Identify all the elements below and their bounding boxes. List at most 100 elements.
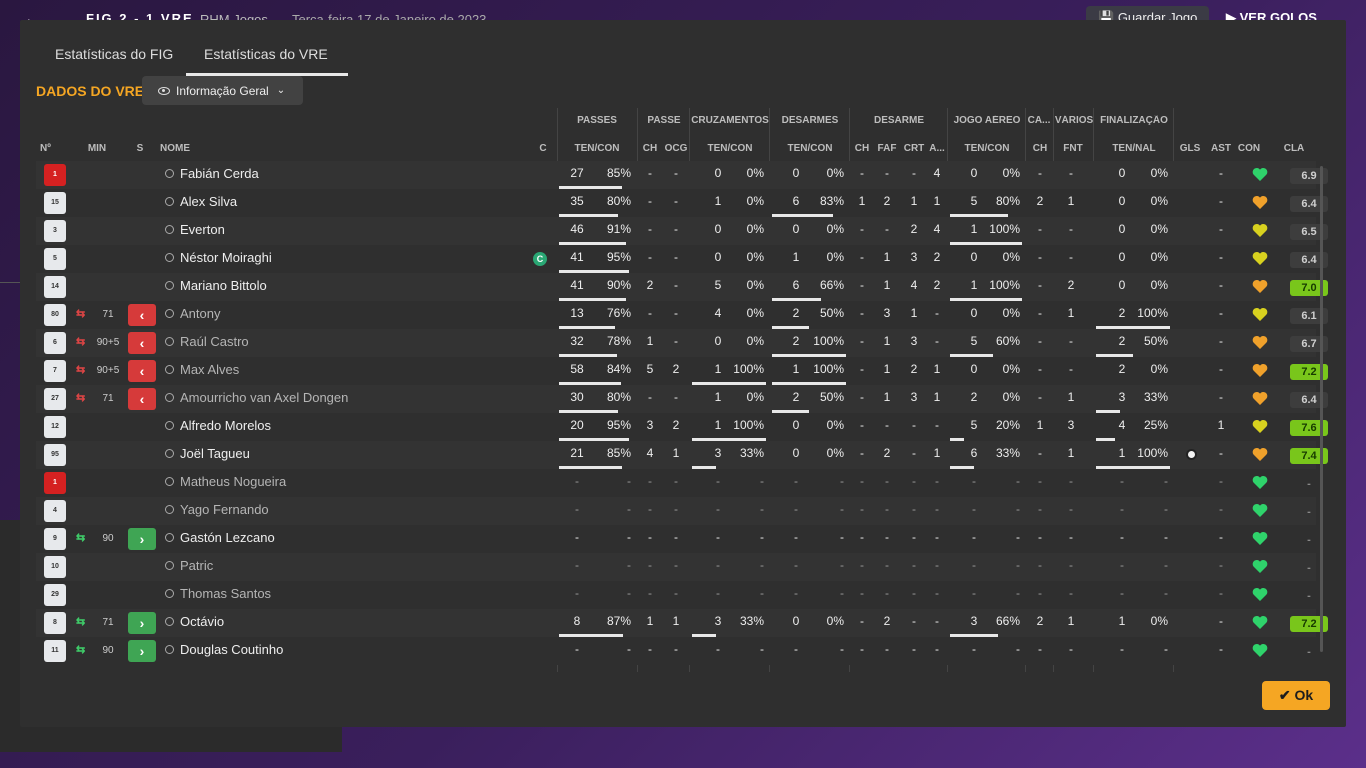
- col-header-s[interactable]: S: [132, 143, 148, 154]
- table-row[interactable]: 27 ⇆ 71 ‹ Amourricho van Axel Dongen 30 80% - -1…: [36, 385, 1328, 413]
- table-row[interactable]: 1 Fabián Cerda 27 85% - -0 0% 0 0% - - -4 0 0% - -0 0% -6…: [36, 161, 1328, 189]
- table-row[interactable]: 29 Thomas Santos - - - - - - - - - - - - - - - - - - - -: [36, 581, 1316, 609]
- stat-pocg: -: [674, 642, 678, 656]
- subbed-off-icon[interactable]: ‹: [128, 332, 156, 354]
- table-row[interactable]: 1 Matheus Nogueira - - - - - - - - - - - - - - - - - - - -: [36, 469, 1316, 497]
- col-header-aereo[interactable]: TEN/CON: [948, 143, 1026, 154]
- col-header-cla[interactable]: CLA: [1274, 143, 1314, 154]
- table-row[interactable]: 95 Joël Tagueu 21 85% 4 1 3 33% 0 0% -2-1 6 33% -1 1 10…: [36, 441, 1328, 469]
- sub-minute: 71: [102, 393, 114, 404]
- sub-minute: 90: [102, 533, 114, 544]
- stat-cr-percent: 0%: [746, 250, 764, 264]
- view-select-label: Informação Geral: [176, 83, 269, 98]
- stat-ast: -: [1219, 334, 1223, 348]
- table-bottom-fade: [20, 672, 1346, 682]
- player-name[interactable]: Amourricho van Axel Dongen: [180, 385, 540, 413]
- col-header-desarme_crt[interactable]: CRT: [902, 143, 926, 154]
- col-header-ca_ch[interactable]: CH: [1030, 143, 1050, 154]
- stat-pch: -: [648, 194, 652, 208]
- stat-dch: -: [860, 390, 864, 404]
- stat-pch: -: [648, 166, 652, 180]
- stat-cr-percent: 0%: [746, 194, 764, 208]
- stat-crt: 1: [910, 306, 918, 320]
- table-scrollbar[interactable]: [1320, 166, 1323, 652]
- col-header-ast[interactable]: AST: [1210, 143, 1232, 154]
- player-name[interactable]: Patric: [180, 553, 540, 581]
- table-row[interactable]: 7 ⇆ 90+5 ‹ Max Alves 58 84% 5 2 1 100% 1 100% -1 2 1 0 0%…: [36, 357, 1328, 385]
- subbed-on-icon[interactable]: ›: [128, 640, 156, 662]
- subbed-on-icon[interactable]: ›: [128, 528, 156, 550]
- ok-button[interactable]: ✔ Ok: [1262, 681, 1330, 710]
- player-name[interactable]: Antony: [180, 301, 540, 329]
- player-name[interactable]: Fabián Cerda: [180, 161, 540, 189]
- player-name[interactable]: Everton: [180, 217, 540, 245]
- player-name[interactable]: Douglas Coutinho: [180, 637, 540, 665]
- col-header-desarme_a[interactable]: A...: [928, 143, 946, 154]
- stat-pch: -: [648, 306, 652, 320]
- subbed-off-icon[interactable]: ‹: [128, 304, 156, 326]
- player-name[interactable]: Octávio: [180, 609, 540, 637]
- substitution-arrows-icon: ⇆: [76, 644, 86, 656]
- stat-dch: -: [860, 530, 864, 544]
- player-name[interactable]: Alfredo Morelos: [180, 413, 540, 441]
- table-row[interactable]: 9 ⇆ 90 › Gastón Lezcano - - - - - - - - - - - - - - - - - - - -: [36, 525, 1316, 553]
- stat-da: 2: [933, 278, 941, 292]
- shirt-icon: 80: [44, 304, 66, 326]
- player-name[interactable]: Gastón Lezcano: [180, 525, 540, 553]
- player-name[interactable]: Matheus Nogueira: [180, 469, 540, 497]
- col-header-passe_ocg[interactable]: OCG: [664, 143, 688, 154]
- player-name[interactable]: Joël Tagueu: [180, 441, 540, 469]
- subbed-off-icon[interactable]: ‹: [128, 360, 156, 382]
- table-row[interactable]: 14 Mariano Bittolo 41 90% 2-5 0% 6 66% -1 4 2 1 100%…: [36, 273, 1328, 301]
- player-name[interactable]: Max Alves: [180, 357, 540, 385]
- player-name[interactable]: Alex Silva: [180, 189, 540, 217]
- player-icon: [164, 589, 174, 599]
- col-header-desarme_faf[interactable]: FAF: [876, 143, 898, 154]
- stat-ast: -: [1219, 502, 1223, 516]
- col-header-passes[interactable]: TEN/CON: [557, 143, 637, 154]
- stat-fnt: -: [1069, 558, 1073, 572]
- stat-ae-percent: -: [1016, 586, 1020, 600]
- col-header-num[interactable]: Nº: [40, 143, 54, 154]
- table-row[interactable]: 6 ⇆ 90+5 ‹ Raúl Castro 32 78% 1-0 0% 2 100% -1 3-5 60…: [36, 329, 1328, 357]
- player-name[interactable]: Mariano Bittolo: [180, 273, 540, 301]
- col-header-gls[interactable]: GLS: [1178, 143, 1202, 154]
- stat-ae-percent: -: [1016, 558, 1020, 572]
- stat-pch: 1: [646, 614, 654, 628]
- tab-vre-stats[interactable]: Estatísticas do VRE: [186, 46, 348, 76]
- stat-pch: 4: [646, 446, 654, 460]
- player-name[interactable]: Thomas Santos: [180, 581, 540, 609]
- col-header-min[interactable]: MIN: [82, 143, 112, 154]
- col-header-nome[interactable]: NOME: [160, 143, 220, 154]
- player-name[interactable]: Néstor Moiraghi: [180, 245, 540, 273]
- col-header-varios_fnt[interactable]: FNT: [1060, 143, 1086, 154]
- table-row[interactable]: 8 ⇆ 71 › Octávio 8 87% 1 1 3 33% 0 0% -2- -3 66% 2 1 1 0% -7…: [36, 609, 1328, 637]
- player-name[interactable]: Yago Fernando: [180, 497, 540, 525]
- table-row[interactable]: 10 Patric - - - - - - - - - - - - - - - - - - - -: [36, 553, 1316, 581]
- tab-fig-stats[interactable]: Estatísticas do FIG: [55, 46, 173, 62]
- table-row[interactable]: 3 Everton 46 91% - -0 0% 0 0% - -2 4 1 100% - -0 0% -6.5: [36, 217, 1328, 245]
- table-row[interactable]: 80 ⇆ 71 ‹ Antony 13 76% - -4 0% 2 50% -3 1-0 0% -1 2 100%…: [36, 301, 1328, 329]
- col-header-final[interactable]: TEN/NAL: [1094, 143, 1174, 154]
- col-header-cruz[interactable]: TEN/CON: [690, 143, 770, 154]
- stat-ae-percent: 60%: [995, 334, 1020, 348]
- stat-cr-percent: 0%: [746, 390, 764, 404]
- col-header-c[interactable]: C: [535, 143, 551, 154]
- stat-dch: 1: [858, 194, 866, 208]
- subbed-off-icon[interactable]: ‹: [128, 388, 156, 410]
- table-row[interactable]: 4 Yago Fernando - - - - - - - - - - - - - - - - - - - -: [36, 497, 1316, 525]
- col-header-passe_ch[interactable]: CH: [640, 143, 660, 154]
- view-select-dropdown[interactable]: Informação Geral ⌄: [142, 76, 303, 105]
- col-header-des[interactable]: TEN/CON: [770, 143, 850, 154]
- col-header-desarme_ch[interactable]: CH: [852, 143, 872, 154]
- table-row[interactable]: 11 ⇆ 90 › Douglas Coutinho - - - - - - - - - - - - - - - - - -…: [36, 637, 1316, 665]
- condition-heart-icon: [1252, 251, 1268, 266]
- shirt-icon: 11: [44, 640, 66, 662]
- table-row[interactable]: 5 Néstor Moiraghi C 41 95% - -0 0% 1 0% -1 3 2 0 0% - -0…: [36, 245, 1328, 273]
- table-row[interactable]: 15 Alex Silva 35 80% - -1 0% 6 83% 1 2 1 1 5 80% 2 1 0 0% -…: [36, 189, 1328, 217]
- table-row[interactable]: 12 Alfredo Morelos 20 95% 3 2 1 100% 0 0% - - - -5 20%…: [36, 413, 1328, 441]
- subbed-on-icon[interactable]: ›: [128, 612, 156, 634]
- col-header-con[interactable]: CON: [1236, 143, 1262, 154]
- player-name[interactable]: Raúl Castro: [180, 329, 540, 357]
- stat-p-percent: 85%: [606, 166, 631, 180]
